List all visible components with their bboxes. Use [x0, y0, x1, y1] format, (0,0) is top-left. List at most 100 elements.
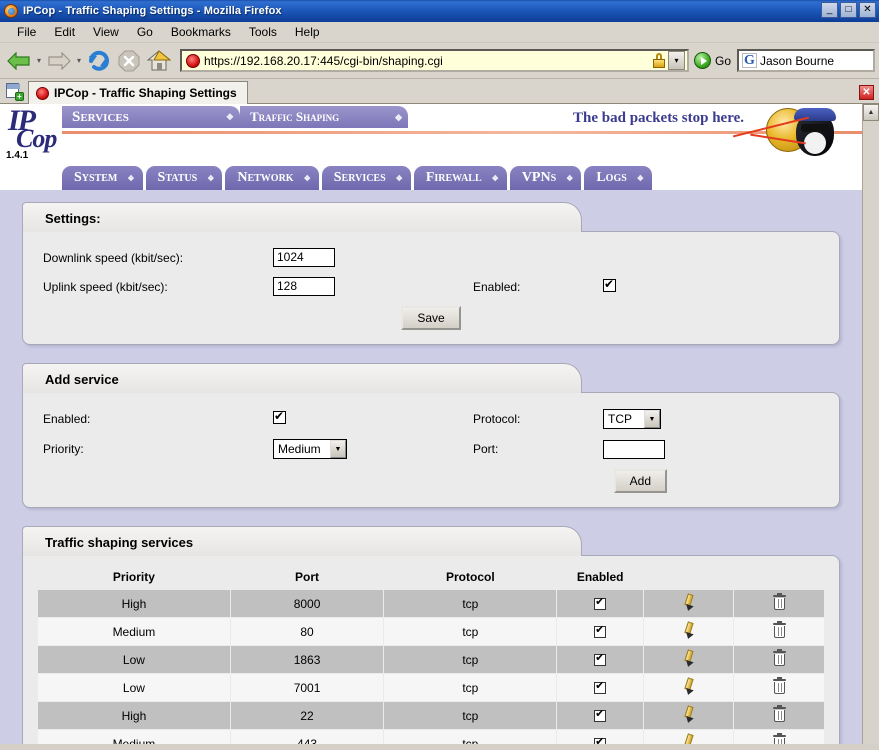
settings-panel: Settings: Downlink speed (kbit/sec): 102…: [22, 202, 840, 345]
edit-icon[interactable]: [682, 594, 696, 610]
nav-item-network[interactable]: Network ❖: [225, 166, 318, 190]
column-protocol: Protocol: [384, 564, 557, 590]
menu-tools[interactable]: Tools: [240, 23, 286, 41]
cell-delete[interactable]: [734, 590, 825, 618]
cell-enabled: [557, 702, 644, 730]
nav-label: System: [74, 170, 117, 186]
menu-go[interactable]: Go: [128, 23, 162, 41]
diamond-icon: ❖: [304, 174, 311, 183]
nav-item-vpns[interactable]: VPNs ❖: [510, 166, 582, 190]
nav-label: Firewall: [426, 170, 482, 186]
reload-icon[interactable]: [84, 46, 114, 76]
nav-item-services[interactable]: Services ❖: [322, 166, 411, 190]
row-enabled-checkbox[interactable]: [594, 598, 606, 610]
url-dropdown-icon[interactable]: ▾: [668, 51, 685, 70]
maximize-button[interactable]: □: [840, 2, 857, 18]
nav-item-firewall[interactable]: Firewall ❖: [414, 166, 507, 190]
nav-label: Services: [334, 170, 386, 186]
edit-icon[interactable]: [682, 678, 696, 694]
cell-priority: Medium: [38, 730, 231, 745]
cell-edit[interactable]: [643, 646, 734, 674]
google-icon[interactable]: G: [742, 53, 757, 68]
port-label: Port:: [473, 442, 603, 456]
cell-delete[interactable]: [734, 702, 825, 730]
breadcrumb: Services ❖ Traffic Shaping ◆: [62, 106, 408, 128]
address-bar[interactable]: https://192.168.20.17:445/cgi-bin/shapin…: [180, 49, 689, 72]
minimize-button[interactable]: _: [821, 2, 838, 18]
services-table-body: High8000tcpMedium80tcpLow1863tcpLow7001t…: [38, 590, 825, 745]
menu-help[interactable]: Help: [286, 23, 329, 41]
edit-icon[interactable]: [682, 706, 696, 722]
scrollbar-track[interactable]: [863, 121, 879, 744]
delete-icon[interactable]: [773, 707, 786, 722]
delete-icon[interactable]: [773, 735, 786, 745]
row-enabled-checkbox[interactable]: [594, 710, 606, 722]
back-dropdown-icon[interactable]: ▾: [34, 46, 44, 76]
downlink-input[interactable]: 1024: [273, 248, 335, 267]
uplink-label: Uplink speed (kbit/sec):: [43, 280, 273, 294]
go-button[interactable]: Go: [694, 52, 731, 69]
mascot-image: [748, 104, 852, 166]
delete-icon[interactable]: [773, 679, 786, 694]
back-icon[interactable]: [4, 46, 34, 76]
settings-enabled-checkbox[interactable]: [603, 279, 616, 292]
delete-icon[interactable]: [773, 595, 786, 610]
page-scrollbar[interactable]: ▲: [862, 104, 879, 744]
table-row: Low7001tcp: [38, 674, 825, 702]
cell-delete[interactable]: [734, 730, 825, 745]
menu-bookmarks[interactable]: Bookmarks: [162, 23, 240, 41]
search-input[interactable]: G Jason Bourne: [737, 49, 875, 72]
ipcop-logo: IP Cop 1.4.1: [6, 106, 64, 164]
row-enabled-checkbox[interactable]: [594, 738, 606, 744]
go-icon: [694, 52, 711, 69]
edit-icon[interactable]: [682, 734, 696, 744]
cell-delete[interactable]: [734, 674, 825, 702]
banner-tagline: The bad packets stop here.: [573, 110, 744, 127]
cell-edit[interactable]: [643, 730, 734, 745]
menu-view[interactable]: View: [84, 23, 128, 41]
site-favicon: [186, 54, 200, 68]
row-enabled-checkbox[interactable]: [594, 626, 606, 638]
delete-icon[interactable]: [773, 623, 786, 638]
row-enabled-checkbox[interactable]: [594, 682, 606, 694]
home-icon[interactable]: [144, 46, 174, 76]
nav-item-system[interactable]: System ❖: [62, 166, 143, 190]
tab-label: IPCop - Traffic Shaping Settings: [54, 86, 237, 100]
tab-traffic-shaping[interactable]: IPCop - Traffic Shaping Settings: [28, 81, 248, 104]
cell-priority: High: [38, 590, 231, 618]
breadcrumb-page: Traffic Shaping ◆: [240, 106, 408, 128]
chevron-down-icon: ▼: [330, 440, 346, 458]
menu-file[interactable]: File: [8, 23, 45, 41]
close-tab-icon[interactable]: ✕: [859, 85, 874, 100]
cell-edit[interactable]: [643, 674, 734, 702]
add-button[interactable]: Add: [614, 469, 667, 493]
protocol-select[interactable]: TCP ▼: [603, 409, 661, 429]
uplink-input[interactable]: 128: [273, 277, 335, 296]
menu-edit[interactable]: Edit: [45, 23, 84, 41]
cell-delete[interactable]: [734, 618, 825, 646]
cell-port: 1863: [230, 646, 383, 674]
menu-bar: File Edit View Go Bookmarks Tools Help: [0, 22, 879, 43]
port-input[interactable]: [603, 440, 665, 459]
main-nav: System ❖ Status ❖ Network ❖ Services ❖ F…: [0, 166, 862, 190]
edit-icon[interactable]: [682, 622, 696, 638]
nav-label: Logs: [596, 170, 626, 186]
add-enabled-checkbox[interactable]: [273, 411, 286, 424]
cell-edit[interactable]: [643, 618, 734, 646]
nav-item-logs[interactable]: Logs ❖: [584, 166, 652, 190]
diamond-icon: ❖: [127, 174, 134, 183]
priority-label: Priority:: [43, 442, 273, 456]
page-content: IP Cop 1.4.1 Services ❖ Traffic Shaping …: [0, 104, 862, 744]
edit-icon[interactable]: [682, 650, 696, 666]
new-tab-icon[interactable]: +: [3, 81, 25, 102]
nav-item-status[interactable]: Status ❖: [146, 166, 223, 190]
cell-delete[interactable]: [734, 646, 825, 674]
cell-edit[interactable]: [643, 702, 734, 730]
row-enabled-checkbox[interactable]: [594, 654, 606, 666]
close-button[interactable]: ✕: [859, 2, 876, 18]
priority-select[interactable]: Medium ▼: [273, 439, 347, 459]
scroll-up-icon[interactable]: ▲: [863, 104, 879, 121]
cell-edit[interactable]: [643, 590, 734, 618]
save-button[interactable]: Save: [401, 306, 460, 330]
delete-icon[interactable]: [773, 651, 786, 666]
